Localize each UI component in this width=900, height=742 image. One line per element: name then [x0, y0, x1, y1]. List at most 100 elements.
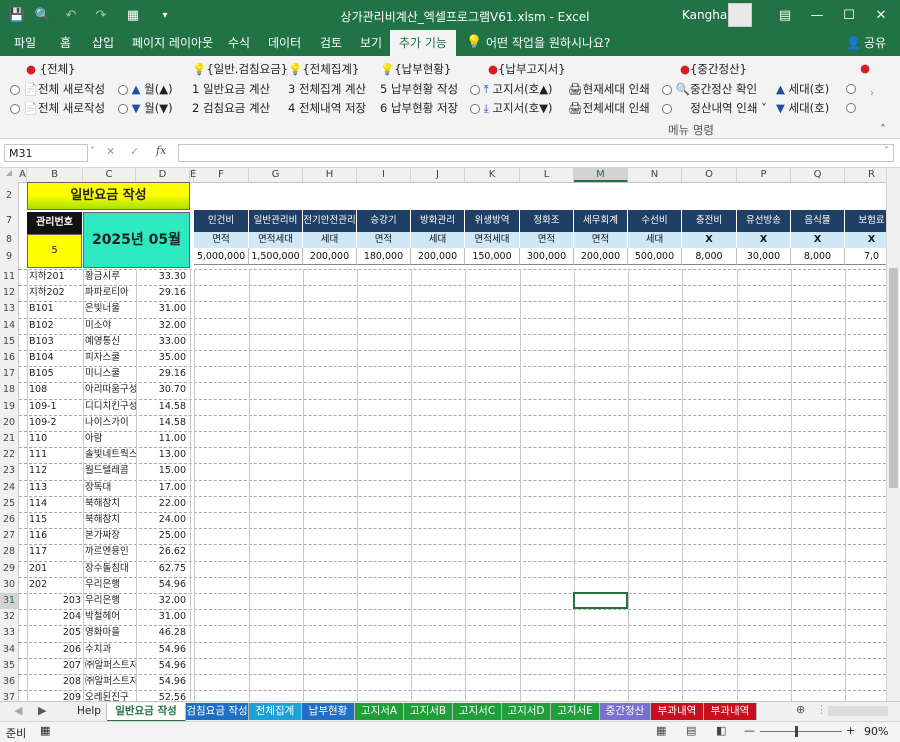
tenant-name[interactable]: ㈜알퍼스트자 [83, 674, 136, 690]
column-header-l[interactable]: L [520, 168, 574, 182]
tenant-name[interactable]: 월드텔레콤 [83, 463, 136, 479]
column-header-m[interactable]: M [574, 168, 628, 182]
unit-number[interactable]: 116 [27, 528, 83, 544]
unit-number[interactable]: 208 [27, 674, 83, 690]
name-box[interactable]: M31 [4, 144, 88, 162]
cmd-general-fee-calc[interactable]: 1 일반요금 계산 [192, 81, 270, 97]
fee-basis[interactable]: X [682, 232, 737, 248]
cmd-meter-fee-calc[interactable]: 2 검침요금 계산 [192, 100, 270, 116]
row-header-2[interactable]: 2 [0, 182, 18, 210]
format-painter-icon[interactable]: ▦ [120, 0, 146, 30]
tell-me-search[interactable]: 어떤 작업을 원하시나요? [486, 30, 610, 56]
sheet-tab[interactable]: 전체집계 [249, 703, 302, 720]
column-header-d[interactable]: D [136, 168, 190, 182]
row-header-7[interactable]: 7 [0, 210, 18, 232]
add-sheet-icon[interactable]: ⊕ [796, 703, 805, 716]
unit-number[interactable]: 203 [27, 593, 83, 609]
save-icon[interactable]: 💾 [4, 0, 30, 30]
undo-icon[interactable]: ↶ [58, 0, 84, 30]
unit-number[interactable]: B102 [27, 318, 83, 334]
column-header-b[interactable]: B [27, 168, 83, 182]
unit-area[interactable]: 26.62 [136, 544, 189, 560]
unit-area[interactable]: 33.30 [136, 269, 189, 285]
unit-number[interactable]: 지하201 [27, 269, 83, 285]
tenant-name[interactable]: 우리은행 [83, 577, 136, 593]
row-header-13[interactable]: 13 [0, 301, 18, 317]
row-header-33[interactable]: 33 [0, 625, 18, 641]
tenant-name[interactable]: 미니스쿨 [83, 366, 136, 382]
unit-number[interactable]: 115 [27, 512, 83, 528]
unit-area[interactable]: 54.96 [136, 658, 189, 674]
unit-number[interactable]: 111 [27, 447, 83, 463]
fee-basis[interactable]: 면적 [520, 232, 574, 248]
row-header-35[interactable]: 35 [0, 658, 18, 674]
fee-amount[interactable]: 7,0 [845, 248, 886, 265]
zoom-slider-handle[interactable] [795, 726, 798, 737]
fee-basis[interactable]: 면적 [194, 232, 249, 248]
fx-icon[interactable]: fx [156, 144, 166, 157]
unit-number[interactable]: 206 [27, 642, 83, 658]
unit-area[interactable]: 13.00 [136, 447, 189, 463]
unit-number[interactable]: B103 [27, 334, 83, 350]
row-header-26[interactable]: 26 [0, 512, 18, 528]
tenant-name[interactable]: 디디치킨구성 [83, 399, 136, 415]
sheet-tab[interactable]: 고지서A [355, 703, 404, 720]
fee-basis[interactable]: 세대 [303, 232, 357, 248]
unit-number[interactable]: 109-2 [27, 415, 83, 431]
tenant-name[interactable]: 아리따움구성 [83, 382, 136, 398]
fee-basis[interactable]: 면적 [574, 232, 628, 248]
close-icon[interactable]: ✕ [868, 0, 894, 30]
fee-amount[interactable]: 150,000 [465, 248, 520, 265]
unit-number[interactable]: 109-1 [27, 399, 83, 415]
more-options-icon[interactable]: ⋮ [816, 703, 827, 716]
fee-amount[interactable]: 180,000 [357, 248, 411, 265]
tab-page-layout[interactable]: 페이지 레이아웃 [132, 30, 213, 56]
row-header-16[interactable]: 16 [0, 350, 18, 366]
cmd-notice-up[interactable]: ⤒ 고지서(호▲) [470, 81, 553, 97]
unit-area[interactable]: 33.00 [136, 334, 189, 350]
tenant-name[interactable]: 수치과 [83, 642, 136, 658]
tab-formulas[interactable]: 수식 [228, 30, 250, 56]
fee-basis[interactable]: X [845, 232, 886, 248]
prev-sheet-icon[interactable]: ◀ [14, 704, 22, 717]
tenant-name[interactable]: 박철헤어 [83, 609, 136, 625]
formula-input[interactable] [178, 144, 894, 162]
cmd-extra-1[interactable] [846, 81, 856, 95]
row-header-24[interactable]: 24 [0, 480, 18, 496]
column-header-p[interactable]: P [737, 168, 791, 182]
unit-number[interactable]: B101 [27, 301, 83, 317]
unit-area[interactable]: 31.00 [136, 609, 189, 625]
fee-basis[interactable]: X [737, 232, 791, 248]
customize-toolbar-icon[interactable]: ▾ [152, 0, 178, 30]
tenant-name[interactable]: 아람 [83, 431, 136, 447]
tenant-name[interactable]: ㈜알퍼스트자 [83, 658, 136, 674]
fee-amount[interactable]: 8,000 [791, 248, 845, 265]
unit-number[interactable]: B104 [27, 350, 83, 366]
unit-area[interactable]: 54.96 [136, 642, 189, 658]
tenant-name[interactable]: 은빛너울 [83, 301, 136, 317]
column-header-f[interactable]: F [194, 168, 249, 182]
sheet-tab[interactable]: 고지서C [453, 703, 502, 720]
row-header-8[interactable]: 8 [0, 232, 18, 248]
fee-amount[interactable]: 5,000,000 [194, 248, 249, 265]
unit-number[interactable]: 207 [27, 658, 83, 674]
column-header-c[interactable]: C [83, 168, 136, 182]
unit-number[interactable]: 110 [27, 431, 83, 447]
worksheet-grid[interactable]: 일반요금 작성 관리번호 5 2025년 05월 인건비 면적 5,000,000 일반관리비… [19, 182, 886, 701]
cmd-all-save[interactable]: 4 전체내역 저장 [288, 100, 366, 116]
selected-cell[interactable] [573, 592, 628, 610]
column-header-a[interactable]: A [19, 168, 27, 182]
unit-area[interactable]: 32.00 [136, 593, 189, 609]
cmd-notice-down[interactable]: ⤓ 고지서(호▼) [470, 100, 553, 116]
unit-area[interactable]: 29.16 [136, 366, 189, 382]
column-header-h[interactable]: H [303, 168, 357, 182]
unit-area[interactable]: 29.16 [136, 285, 189, 301]
print-preview-icon[interactable]: 🔍 [30, 0, 56, 30]
redo-icon[interactable]: ↷ [88, 0, 114, 30]
expand-formula-icon[interactable]: ˅ [884, 146, 889, 157]
collapse-ribbon-icon[interactable]: ˄ [880, 122, 886, 136]
page-layout-view-icon[interactable]: ▤ [686, 724, 696, 737]
cmd-unit-up[interactable]: ▲ 세대(호) [776, 81, 829, 97]
sheet-tab[interactable]: 고지서B [404, 703, 453, 720]
cmd-unit-down[interactable]: ▼ 세대(호) [776, 100, 829, 116]
